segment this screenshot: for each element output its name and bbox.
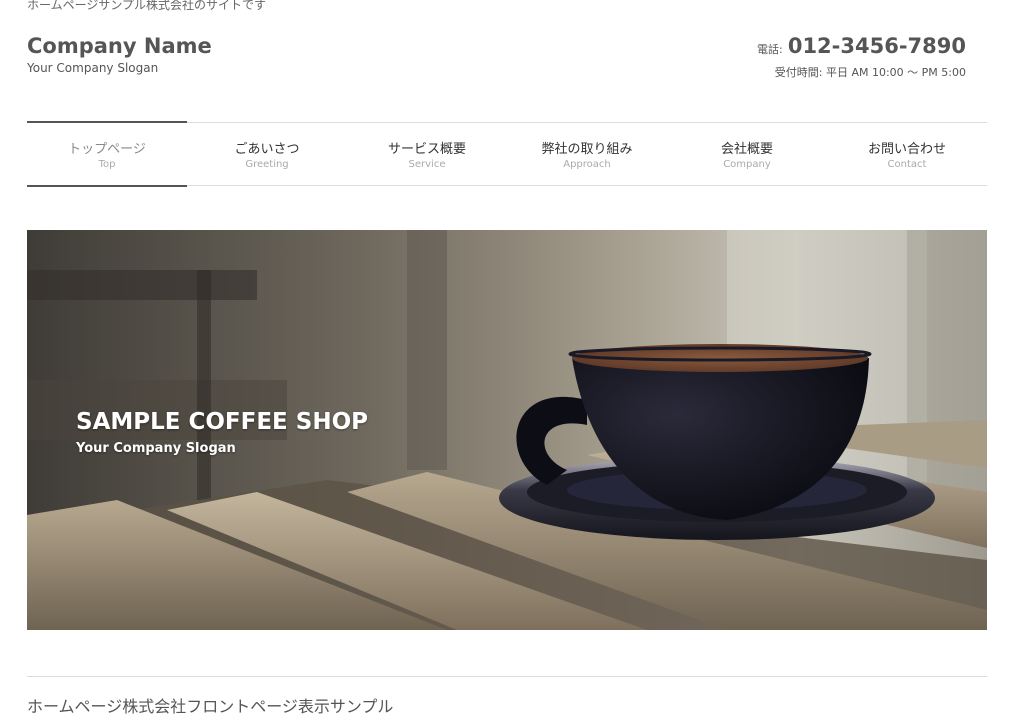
nav-item-label: お問い合わせ: [867, 142, 946, 157]
company-name[interactable]: Company Name: [27, 33, 212, 59]
business-hours: 受付時間: 平日 AM 10:00 〜 PM 5:00: [774, 66, 966, 79]
nav-item-top[interactable]: トップページ Top: [27, 121, 187, 187]
tel-line: 電話: 012-3456-7890: [757, 33, 966, 63]
nav-item-label: 弊社の取り組み: [541, 142, 633, 157]
site-description: ホームページサンプル株式会社のサイトです: [27, 0, 267, 12]
nav-item-company[interactable]: 会社概要 Company: [667, 123, 827, 185]
divider: [27, 676, 987, 677]
hero-slogan: Your Company Slogan: [76, 441, 236, 456]
nav-item-sublabel: Contact: [887, 159, 927, 170]
nav-item-label: トップページ: [68, 142, 146, 157]
nav-item-label: ごあいさつ: [234, 142, 300, 157]
page: ホームページサンプル株式会社のサイトです Company Name Your C…: [0, 0, 1021, 721]
nav-item-label: 会社概要: [720, 142, 773, 157]
nav-item-sublabel: Service: [408, 159, 446, 170]
nav-item-sublabel: Greeting: [245, 159, 289, 170]
hero-title: SAMPLE COFFEE SHOP: [76, 409, 368, 435]
site-logo[interactable]: Company Name Your Company Slogan: [27, 33, 212, 75]
tel-number[interactable]: 012-3456-7890: [788, 34, 966, 58]
nav-item-contact[interactable]: お問い合わせ Contact: [827, 123, 987, 185]
section-title: ホームページ株式会社フロントページ表示サンプル: [27, 697, 394, 716]
tel-label: 電話:: [757, 43, 783, 56]
header-contact: 電話: 012-3456-7890 受付時間: 平日 AM 10:00 〜 PM…: [757, 33, 966, 80]
nav-item-greeting[interactable]: ごあいさつ Greeting: [187, 123, 347, 185]
nav-item-service[interactable]: サービス概要 Service: [347, 123, 507, 185]
nav-item-sublabel: Company: [723, 159, 771, 170]
company-slogan: Your Company Slogan: [27, 61, 159, 75]
global-nav: トップページ Top ごあいさつ Greeting サービス概要 Service…: [27, 121, 987, 187]
nav-item-label: サービス概要: [387, 142, 466, 157]
hero-image: SAMPLE COFFEE SHOP Your Company Slogan: [27, 230, 987, 630]
nav-item-sublabel: Top: [98, 159, 116, 170]
nav-item-sublabel: Approach: [563, 159, 611, 170]
nav-item-approach[interactable]: 弊社の取り組み Approach: [507, 123, 667, 185]
hero-text: SAMPLE COFFEE SHOP Your Company Slogan: [76, 408, 368, 456]
